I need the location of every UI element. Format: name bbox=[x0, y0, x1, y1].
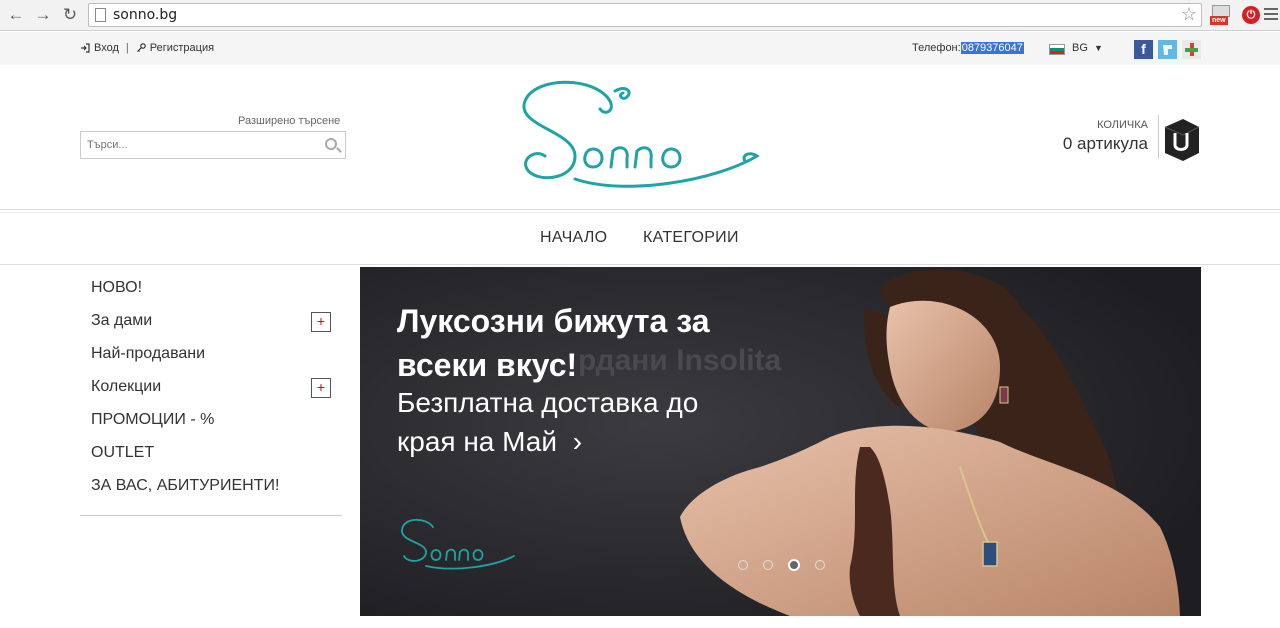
main-navigation: НАЧАЛО КАТЕГОРИИ bbox=[0, 209, 1280, 265]
banner-subtitle[interactable]: Безплатна доставка до края на Май › bbox=[397, 383, 757, 461]
slider-dot-4[interactable] bbox=[815, 560, 825, 570]
account-links: Вход | Регистрация bbox=[80, 42, 214, 54]
extension-new-icon[interactable]: new bbox=[1210, 5, 1232, 25]
address-bar[interactable]: sonno.bg ☆ bbox=[88, 3, 1202, 27]
expand-collections-button[interactable]: + bbox=[311, 378, 331, 398]
banner-sonno-logo bbox=[401, 518, 515, 570]
nav-item-home[interactable]: НАЧАЛО bbox=[540, 229, 607, 247]
search-icon[interactable] bbox=[325, 138, 337, 150]
site-header: Разширено търсене КОЛИЧКА 0 артикула bbox=[0, 65, 1280, 209]
separator: | bbox=[125, 42, 129, 54]
slider-dot-1[interactable] bbox=[738, 560, 748, 570]
sidebar-item-bestsellers[interactable]: Най-продавани bbox=[91, 345, 205, 363]
extension-badge: new bbox=[1210, 16, 1228, 25]
phone-label: Телефон: bbox=[912, 42, 961, 54]
cart-count[interactable]: 0 артикула bbox=[1063, 134, 1148, 154]
twitter-icon[interactable] bbox=[1158, 40, 1177, 59]
back-arrow-icon[interactable]: ← bbox=[6, 5, 26, 25]
sidebar-item-women[interactable]: За дами bbox=[91, 312, 152, 330]
browser-toolbar: ← → ↻ sonno.bg ☆ new ⏻ bbox=[0, 0, 1280, 31]
page-icon bbox=[95, 8, 106, 22]
sidebar-item-new[interactable]: НОВО! bbox=[91, 279, 142, 297]
forward-arrow-icon[interactable]: → bbox=[33, 5, 53, 25]
search-input[interactable] bbox=[81, 132, 311, 158]
slider-dot-2[interactable] bbox=[763, 560, 773, 570]
bookmark-star-icon[interactable]: ☆ bbox=[1181, 4, 1197, 25]
url-text[interactable]: sonno.bg bbox=[113, 7, 177, 23]
bulgaria-flag-icon[interactable] bbox=[1049, 44, 1065, 55]
top-bar: Вход | Регистрация Телефон: 0879376047 B… bbox=[0, 32, 1280, 65]
facebook-icon[interactable]: f bbox=[1134, 40, 1153, 59]
banner-title: Луксозни бижута за всеки вкус! bbox=[397, 303, 710, 383]
extension-power-icon[interactable]: ⏻ bbox=[1242, 6, 1260, 24]
register-link[interactable]: Регистрация bbox=[150, 42, 214, 54]
cart-label: КОЛИЧКА bbox=[1097, 119, 1148, 131]
expand-women-button[interactable]: + bbox=[311, 312, 331, 332]
sidebar-item-promotions[interactable]: ПРОМОЦИИ - % bbox=[91, 411, 214, 429]
category-sidebar: НОВО! За дами + Най-продавани Колекции +… bbox=[80, 266, 342, 516]
sidebar-item-outlet[interactable]: OUTLET bbox=[91, 444, 154, 462]
chevron-right-icon: › bbox=[572, 426, 583, 457]
caret-down-icon: ▼ bbox=[1093, 43, 1103, 53]
banner-subtitle-text: Безплатна доставка до края на Май bbox=[397, 387, 699, 457]
google-plus-icon[interactable] bbox=[1182, 40, 1201, 59]
reload-icon[interactable]: ↻ bbox=[60, 5, 80, 25]
language-selector[interactable]: BG ▼ bbox=[1072, 42, 1103, 54]
divider bbox=[1158, 115, 1159, 159]
search-box bbox=[80, 131, 346, 159]
sidebar-item-collections[interactable]: Колекции bbox=[91, 378, 161, 396]
shopping-bag-icon[interactable] bbox=[1163, 117, 1201, 161]
slider-dot-3[interactable] bbox=[788, 559, 800, 571]
phone-info: Телефон: 0879376047 bbox=[912, 42, 1024, 54]
language-label: BG bbox=[1072, 42, 1088, 54]
key-icon bbox=[136, 43, 146, 52]
phone-number[interactable]: 0879376047 bbox=[960, 42, 1024, 54]
slider-dots bbox=[738, 559, 825, 571]
browser-menu-icon[interactable] bbox=[1264, 8, 1278, 23]
login-icon bbox=[81, 43, 90, 53]
sidebar-item-graduates[interactable]: ЗА ВАС, АБИТУРИЕНТИ! bbox=[91, 477, 279, 495]
hero-banner[interactable]: рдани Insolita Луксозни бижута за всеки … bbox=[360, 267, 1201, 616]
nav-item-categories[interactable]: КАТЕГОРИИ bbox=[643, 229, 739, 247]
cart-summary[interactable]: КОЛИЧКА 0 артикула bbox=[1063, 119, 1148, 154]
sonno-logo[interactable] bbox=[515, 71, 765, 203]
login-link[interactable]: Вход bbox=[94, 42, 119, 54]
advanced-search-link[interactable]: Разширено търсене bbox=[238, 115, 340, 127]
